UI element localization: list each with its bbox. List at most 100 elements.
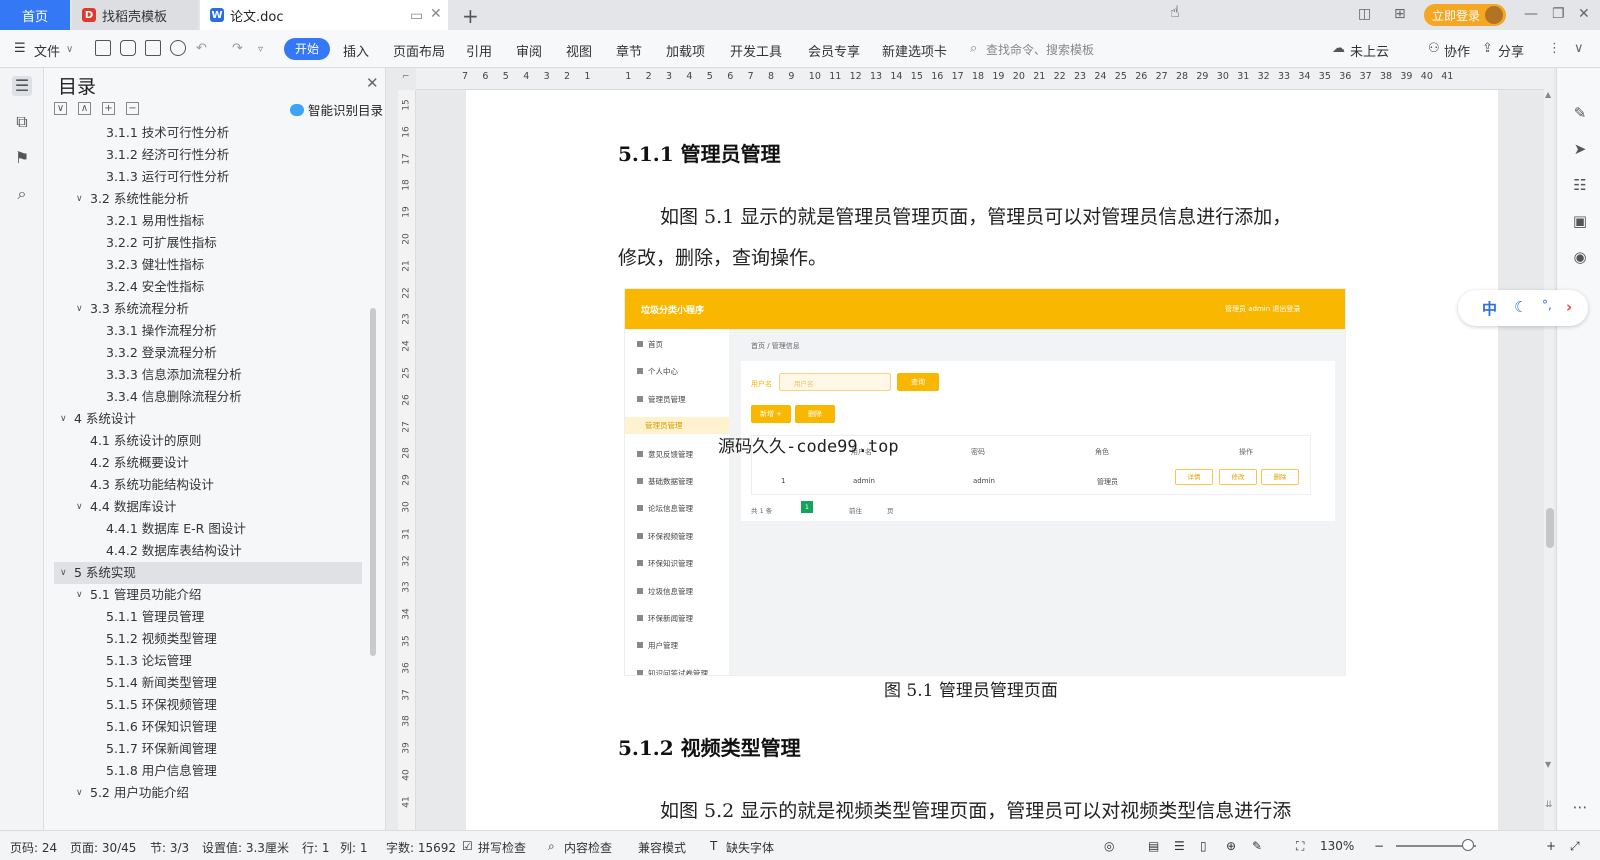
document-scrollbar[interactable]: [1544, 68, 1554, 830]
hamburger-icon[interactable]: ☰: [14, 41, 26, 56]
redo-icon[interactable]: ↷: [232, 41, 243, 56]
toc-item[interactable]: 3.1.3 运行可行性分析: [54, 166, 362, 188]
share-button[interactable]: 分享: [1498, 41, 1524, 60]
outline-view-icon[interactable]: ☰: [1174, 839, 1185, 853]
toc-item[interactable]: 5.1.6 环保知识管理: [54, 716, 362, 738]
toc-item[interactable]: 5.1.5 环保视频管理: [54, 694, 362, 716]
missing-font-button[interactable]: 缺失字体: [726, 839, 774, 856]
toc-item[interactable]: ∨ 3.3 系统流程分析: [54, 298, 362, 320]
zoom-out-icon[interactable]: −: [1374, 839, 1384, 853]
toc-item[interactable]: 3.1.1 技术可行性分析: [54, 122, 362, 144]
undo-icon[interactable]: ↶: [196, 41, 207, 56]
toc-item[interactable]: ∨ 4.4 数据库设计: [54, 496, 362, 518]
chevron-right-icon[interactable]: ›: [1566, 298, 1572, 316]
menu-review[interactable]: 审阅: [516, 41, 542, 60]
status-pages[interactable]: 页面: 30/45: [70, 839, 136, 856]
chevron-down-icon[interactable]: ∨: [76, 496, 83, 518]
toc-item[interactable]: 5.1.4 新闻类型管理: [54, 672, 362, 694]
file-menu[interactable]: 文件: [34, 41, 60, 60]
web-view-icon[interactable]: ⊕: [1226, 839, 1236, 853]
toc-item[interactable]: 3.2.1 易用性指标: [54, 210, 362, 232]
select-cursor-icon[interactable]: ➤: [1571, 140, 1589, 158]
menu-page-layout[interactable]: 页面布局: [393, 41, 445, 60]
moon-icon[interactable]: ☾: [1514, 298, 1527, 316]
horizontal-ruler[interactable]: 7 6 5 4 3 2 1 1 2 3 4 5 6 7 8 9 10 11 12 13 14 15 16 17 18 19 20 21…: [416, 68, 1544, 90]
collapse-ribbon-icon[interactable]: ∨: [1574, 41, 1584, 56]
punctuation-icon[interactable]: °,: [1542, 298, 1552, 312]
chevron-down-icon[interactable]: ∨: [76, 298, 83, 320]
close-window-icon[interactable]: ✕: [1578, 6, 1590, 22]
toc-item[interactable]: 5.1.3 论坛管理: [54, 650, 362, 672]
vertical-ruler[interactable]: 15 16 17 18 19 20 21 22 23 24 25 26 27 28 29 30 31 32 33 34…: [398, 90, 416, 830]
toc-item[interactable]: 3.2.4 安全性指标: [54, 276, 362, 298]
navigation-icon[interactable]: ⧉: [12, 112, 32, 132]
toc-item[interactable]: 3.3.4 信息删除流程分析: [54, 386, 362, 408]
menu-addins[interactable]: 加载项: [666, 41, 705, 60]
status-section[interactable]: 节: 3/3: [150, 839, 189, 856]
add-heading-icon[interactable]: +: [102, 102, 115, 115]
fullscreen-icon[interactable]: ⤢: [1570, 839, 1580, 854]
menu-start[interactable]: 开始: [284, 38, 330, 60]
toc-item[interactable]: 3.2.3 健壮性指标: [54, 254, 362, 276]
print-icon[interactable]: [145, 40, 161, 56]
toc-panel-icon[interactable]: ☰: [12, 76, 32, 96]
pen-icon[interactable]: ✎: [1571, 104, 1589, 122]
eye-protect-icon[interactable]: ◎: [1104, 839, 1114, 853]
toc-item[interactable]: 4.3 系统功能结构设计: [54, 474, 362, 496]
next-page-icon[interactable]: ⇊: [1545, 800, 1553, 810]
tab-document[interactable]: W 论文.doc ▭ ✕: [200, 0, 448, 30]
tab-home[interactable]: 首页: [0, 0, 70, 30]
more-dots-icon[interactable]: ⋯: [1571, 798, 1589, 816]
spellcheck-button[interactable]: 拼写检查: [478, 839, 526, 856]
toc-item[interactable]: 5.1.2 视频类型管理: [54, 628, 362, 650]
menu-member[interactable]: 会员专享: [808, 41, 860, 60]
toc-item[interactable]: ∨ 5.1 管理员功能介绍: [54, 584, 362, 606]
layout-icon[interactable]: ◫: [1358, 6, 1371, 22]
ime-chinese-mode[interactable]: 中: [1482, 298, 1497, 319]
chevron-down-icon[interactable]: ∨: [60, 408, 67, 430]
toc-item[interactable]: 3.2.2 可扩展性指标: [54, 232, 362, 254]
command-search-input[interactable]: 查找命令、搜索模板: [986, 41, 1094, 58]
login-button[interactable]: 立即登录: [1424, 4, 1506, 26]
chevron-down-icon[interactable]: ∨: [76, 782, 83, 804]
more-quick-icon[interactable]: ▿: [258, 44, 263, 55]
tab-template[interactable]: D 找稻壳模板: [72, 0, 198, 30]
chevron-down-icon[interactable]: ∨: [60, 562, 67, 584]
restore-icon[interactable]: ❐: [1552, 6, 1565, 22]
collab-button[interactable]: 协作: [1444, 41, 1470, 60]
remove-heading-icon[interactable]: −: [126, 102, 139, 115]
menu-view[interactable]: 视图: [566, 41, 592, 60]
toc-item[interactable]: 3.1.2 经济可行性分析: [54, 144, 362, 166]
toc-item[interactable]: ∨ 5 系统实现: [54, 562, 362, 584]
menu-chapter[interactable]: 章节: [616, 41, 642, 60]
print-preview-icon[interactable]: [170, 40, 186, 56]
cloud-status[interactable]: 未上云: [1350, 41, 1389, 60]
expand-all-icon[interactable]: ∨: [54, 102, 67, 115]
scroll-up-icon[interactable]: ▲: [1545, 90, 1551, 99]
toc-item[interactable]: 3.3.1 操作流程分析: [54, 320, 362, 342]
zoom-level[interactable]: 130%: [1320, 839, 1354, 853]
new-tab-button[interactable]: +: [462, 4, 479, 28]
save-icon[interactable]: [95, 40, 111, 56]
close-icon[interactable]: ✕: [366, 74, 379, 92]
gallery-icon[interactable]: ▣: [1571, 212, 1589, 230]
toc-item[interactable]: ∨ 5.2 用户功能介绍: [54, 782, 362, 804]
chevron-down-icon[interactable]: ∨: [66, 44, 73, 55]
ime-toolbar[interactable]: 中 ☾ °, ›: [1458, 290, 1588, 326]
adjust-icon[interactable]: ☷: [1571, 176, 1589, 194]
minimize-icon[interactable]: —: [1524, 6, 1538, 22]
page-view-icon[interactable]: ▤: [1148, 839, 1159, 853]
menu-new-tab[interactable]: 新建选项卡: [882, 41, 947, 60]
export-pdf-icon[interactable]: [120, 40, 136, 56]
status-setting[interactable]: 设置值: 3.3厘米: [202, 839, 289, 856]
document-page[interactable]: 5.1.1 管理员管理 如图 5.1 显示的就是管理员管理页面，管理员可以对管理…: [466, 90, 1498, 830]
toc-item[interactable]: 4.2 系统概要设计: [54, 452, 362, 474]
smart-toc-button[interactable]: 智能识别目录: [290, 100, 383, 119]
toc-item[interactable]: ∨ 4 系统设计: [54, 408, 362, 430]
apps-grid-icon[interactable]: ⊞: [1394, 6, 1406, 22]
menu-references[interactable]: 引用: [466, 41, 492, 60]
toc-item[interactable]: 5.1.1 管理员管理: [54, 606, 362, 628]
bookmark-icon[interactable]: ⚑: [12, 148, 32, 168]
collapse-all-icon[interactable]: ∧: [78, 102, 91, 115]
chevron-down-icon[interactable]: ∨: [76, 584, 83, 606]
